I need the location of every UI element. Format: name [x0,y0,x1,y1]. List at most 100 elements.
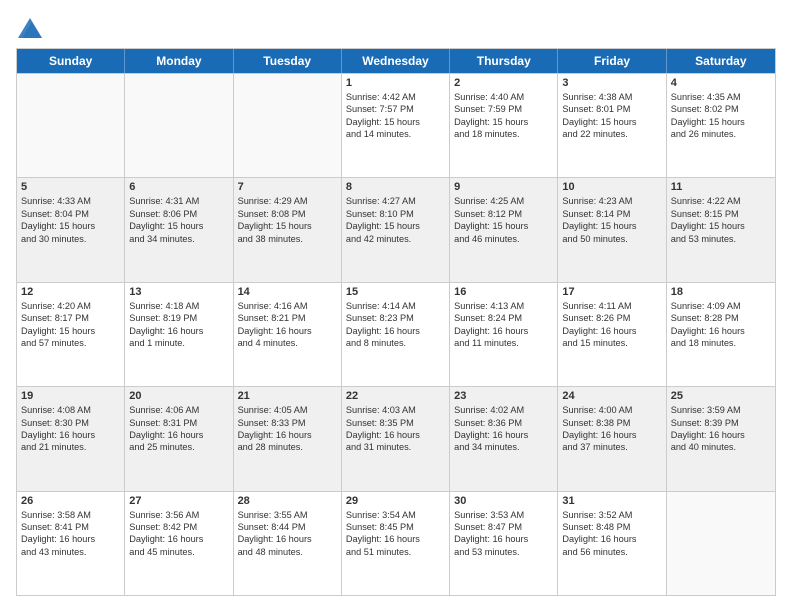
cell-line: and 50 minutes. [562,233,661,245]
cal-cell-4: 4Sunrise: 4:35 AMSunset: 8:02 PMDaylight… [667,74,775,177]
cell-line: Daylight: 16 hours [129,533,228,545]
cell-line: and 56 minutes. [562,546,661,558]
cell-line: Daylight: 15 hours [238,220,337,232]
cal-header-thursday: Thursday [450,49,558,73]
cal-header-saturday: Saturday [667,49,775,73]
day-number: 3 [562,77,661,89]
cell-line: and 45 minutes. [129,546,228,558]
cal-cell-22: 22Sunrise: 4:03 AMSunset: 8:35 PMDayligh… [342,387,450,490]
cell-line: Daylight: 15 hours [346,220,445,232]
cal-week-1: 1Sunrise: 4:42 AMSunset: 7:57 PMDaylight… [17,73,775,177]
cell-line: Sunset: 8:10 PM [346,208,445,220]
cell-line: Daylight: 15 hours [21,325,120,337]
cell-line: and 42 minutes. [346,233,445,245]
cell-line: Daylight: 16 hours [454,533,553,545]
cell-line: Sunrise: 3:53 AM [454,509,553,521]
day-number: 6 [129,181,228,193]
cell-line: Daylight: 16 hours [562,533,661,545]
cal-cell-30: 30Sunrise: 3:53 AMSunset: 8:47 PMDayligh… [450,492,558,595]
cal-cell-15: 15Sunrise: 4:14 AMSunset: 8:23 PMDayligh… [342,283,450,386]
cell-line: Daylight: 16 hours [238,325,337,337]
cell-line: Sunrise: 4:27 AM [346,195,445,207]
cell-line: Sunset: 8:17 PM [21,312,120,324]
cell-line: and 38 minutes. [238,233,337,245]
cal-cell-24: 24Sunrise: 4:00 AMSunset: 8:38 PMDayligh… [558,387,666,490]
cell-line: and 11 minutes. [454,337,553,349]
cell-line: Sunset: 8:31 PM [129,417,228,429]
cal-cell-25: 25Sunrise: 3:59 AMSunset: 8:39 PMDayligh… [667,387,775,490]
cell-line: Sunset: 8:01 PM [562,103,661,115]
cell-line: Sunset: 8:44 PM [238,521,337,533]
day-number: 5 [21,181,120,193]
cell-line: Sunrise: 4:33 AM [21,195,120,207]
cell-line: Sunrise: 4:06 AM [129,404,228,416]
cell-line: Sunset: 8:38 PM [562,417,661,429]
cell-line: and 51 minutes. [346,546,445,558]
cell-line: Sunset: 8:45 PM [346,521,445,533]
cell-line: Daylight: 16 hours [129,325,228,337]
day-number: 21 [238,390,337,402]
cell-line: Daylight: 16 hours [562,429,661,441]
header [16,16,776,38]
cal-cell-3: 3Sunrise: 4:38 AMSunset: 8:01 PMDaylight… [558,74,666,177]
cell-line: Daylight: 16 hours [21,429,120,441]
cell-line: Sunrise: 4:16 AM [238,300,337,312]
cal-cell-empty-0-1 [125,74,233,177]
cell-line: Sunset: 8:48 PM [562,521,661,533]
cell-line: and 30 minutes. [21,233,120,245]
cell-line: Sunset: 8:33 PM [238,417,337,429]
cell-line: Sunset: 8:14 PM [562,208,661,220]
cell-line: Sunset: 8:28 PM [671,312,771,324]
cell-line: Sunrise: 4:14 AM [346,300,445,312]
cell-line: and 21 minutes. [21,441,120,453]
day-number: 10 [562,181,661,193]
cell-line: and 26 minutes. [671,128,771,140]
day-number: 16 [454,286,553,298]
day-number: 31 [562,495,661,507]
cell-line: and 43 minutes. [21,546,120,558]
cell-line: Sunset: 8:12 PM [454,208,553,220]
cell-line: Sunrise: 4:08 AM [21,404,120,416]
cell-line: Sunset: 8:39 PM [671,417,771,429]
day-number: 20 [129,390,228,402]
day-number: 29 [346,495,445,507]
cal-cell-23: 23Sunrise: 4:02 AMSunset: 8:36 PMDayligh… [450,387,558,490]
cell-line: Sunset: 8:30 PM [21,417,120,429]
cell-line: Sunset: 8:41 PM [21,521,120,533]
cell-line: Daylight: 16 hours [671,325,771,337]
cal-header-sunday: Sunday [17,49,125,73]
day-number: 11 [671,181,771,193]
cal-week-5: 26Sunrise: 3:58 AMSunset: 8:41 PMDayligh… [17,491,775,595]
day-number: 9 [454,181,553,193]
cell-line: and 53 minutes. [454,546,553,558]
cell-line: Sunrise: 4:09 AM [671,300,771,312]
cell-line: Sunrise: 4:35 AM [671,91,771,103]
cell-line: Sunrise: 3:59 AM [671,404,771,416]
cal-header-wednesday: Wednesday [342,49,450,73]
day-number: 15 [346,286,445,298]
cal-cell-7: 7Sunrise: 4:29 AMSunset: 8:08 PMDaylight… [234,178,342,281]
cell-line: and 25 minutes. [129,441,228,453]
cell-line: Daylight: 15 hours [454,220,553,232]
cal-header-friday: Friday [558,49,666,73]
cell-line: Sunrise: 4:03 AM [346,404,445,416]
cell-line: Daylight: 16 hours [129,429,228,441]
day-number: 28 [238,495,337,507]
cal-cell-1: 1Sunrise: 4:42 AMSunset: 7:57 PMDaylight… [342,74,450,177]
day-number: 4 [671,77,771,89]
cell-line: Sunrise: 4:38 AM [562,91,661,103]
cell-line: and 8 minutes. [346,337,445,349]
cal-cell-12: 12Sunrise: 4:20 AMSunset: 8:17 PMDayligh… [17,283,125,386]
cell-line: Daylight: 15 hours [454,116,553,128]
cell-line: Daylight: 16 hours [346,533,445,545]
cell-line: Daylight: 16 hours [454,429,553,441]
cell-line: and 1 minute. [129,337,228,349]
cell-line: and 57 minutes. [21,337,120,349]
cell-line: Sunset: 8:42 PM [129,521,228,533]
cal-cell-13: 13Sunrise: 4:18 AMSunset: 8:19 PMDayligh… [125,283,233,386]
cell-line: and 53 minutes. [671,233,771,245]
cell-line: Sunset: 8:19 PM [129,312,228,324]
cal-cell-empty-4-6 [667,492,775,595]
cell-line: Sunrise: 4:20 AM [21,300,120,312]
calendar-header-row: SundayMondayTuesdayWednesdayThursdayFrid… [17,49,775,73]
